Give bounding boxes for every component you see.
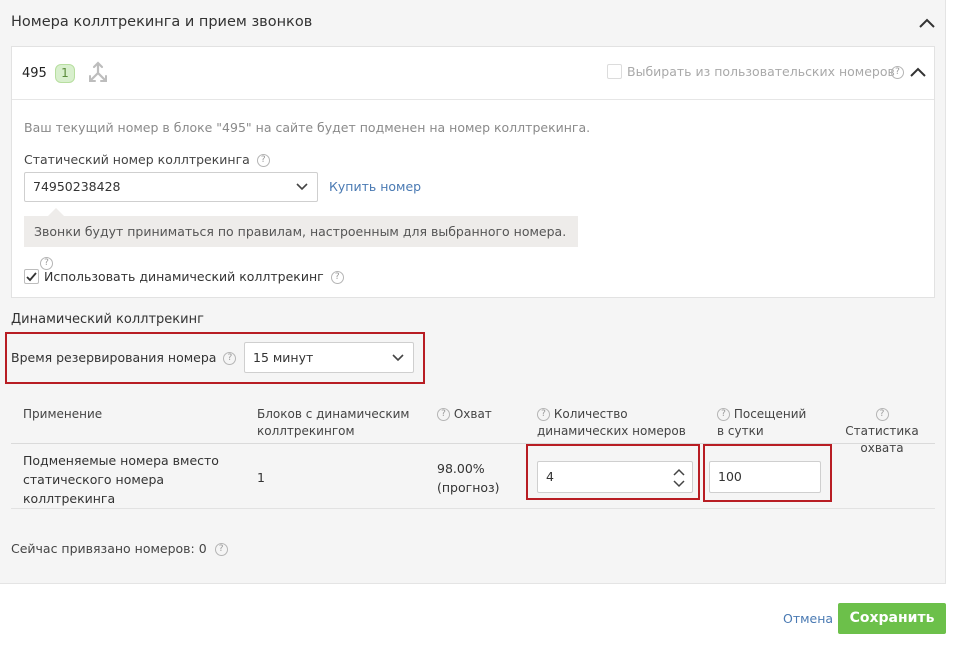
- bound-numbers-text: Сейчас привязано номеров: 0: [11, 541, 207, 556]
- row-blocks: 1: [257, 470, 265, 485]
- row-application-line1: Подменяемые номера вместо: [23, 453, 219, 468]
- save-button[interactable]: Сохранить: [838, 603, 946, 634]
- coverage-help-icon[interactable]: ?: [437, 408, 450, 421]
- static-number-label-text: Статический номер коллтрекинга: [24, 152, 250, 167]
- rules-hint-box: Звонки будут приниматься по правилам, на…: [24, 208, 578, 270]
- dynamic-numbers-count-value: 4: [546, 469, 554, 484]
- table-row-divider: [11, 508, 935, 509]
- header-coverage-text: Охват: [453, 407, 492, 421]
- static-number-select[interactable]: 74950238428: [24, 172, 318, 202]
- substitution-info-text: Ваш текущий номер в блоке "495" на сайте…: [24, 120, 591, 135]
- bound-numbers-status: Сейчас привязано номеров: 0 ?: [11, 541, 228, 556]
- row-application: Подменяемые номера вместо статического н…: [23, 451, 219, 508]
- reserve-time-select[interactable]: 15 минут: [244, 342, 414, 373]
- merge-arrows-icon: [89, 61, 107, 82]
- dynamic-numbers-count-input[interactable]: 4: [537, 461, 693, 493]
- header-visits-line1: Посещений: [733, 407, 807, 421]
- reserve-time-help-icon[interactable]: ?: [223, 352, 237, 365]
- reserve-time-label-text: Время резервирования номера: [11, 350, 217, 365]
- header-blocks: Блоков с динамическим коллтрекингом: [257, 406, 409, 440]
- dynamic-calltracking-label: Использовать динамический коллтрекинг ?: [44, 269, 344, 284]
- row-application-line2: статического номера: [23, 472, 165, 487]
- rules-hint-text: Звонки будут приниматься по правилам, на…: [34, 224, 567, 239]
- row-application-line3: коллтрекинга: [23, 491, 116, 506]
- checkmark-icon: [26, 272, 37, 282]
- header-application: Применение: [23, 407, 103, 421]
- stats-help-icon[interactable]: ?: [875, 408, 889, 421]
- header-blocks-line1: Блоков с динамическим: [257, 407, 410, 421]
- header-count-line2: динамических номеров: [537, 424, 686, 438]
- block-name: 495: [22, 66, 47, 81]
- header-blocks-line2: коллтрекингом: [257, 424, 355, 438]
- dynamic-section-title: Динамический коллтрекинг: [11, 312, 204, 327]
- block-collapse-chevron-up-icon[interactable]: [908, 64, 928, 80]
- chevron-down-icon: [296, 183, 308, 191]
- reserve-time-value: 15 минут: [253, 350, 314, 365]
- header-stats-line1: Статистика: [845, 424, 919, 438]
- dynamic-calltracking-label-text: Использовать динамический коллтрекинг: [44, 269, 324, 284]
- visits-help-icon[interactable]: ?: [717, 408, 730, 421]
- number-block-card: 495 1 Выбирать из пользовательских номер…: [11, 46, 935, 298]
- header-coverage: ? Охват: [437, 406, 492, 423]
- count-help-icon[interactable]: ?: [537, 408, 550, 421]
- static-number-label: Статический номер коллтрекинга ?: [24, 152, 270, 167]
- panel-title: Номера коллтрекинга и прием звонков: [11, 14, 313, 30]
- header-visits-line2: в сутки: [717, 424, 764, 438]
- hint-arrow: [48, 208, 64, 216]
- calltracking-panel: Номера коллтрекинга и прием звонков 495 …: [0, 0, 946, 584]
- custom-numbers-help-icon[interactable]: ?: [891, 66, 904, 79]
- header-count-line1: Количество: [553, 407, 628, 421]
- row-coverage-value: 98.00%: [437, 461, 485, 476]
- header-stats: ? Статистика охвата: [837, 406, 927, 457]
- visits-per-day-value: 100: [718, 469, 742, 484]
- static-number-value: 74950238428: [33, 179, 121, 194]
- custom-numbers-label: Выбирать из пользовательских номеров: [627, 64, 895, 79]
- buy-number-link[interactable]: Купить номер: [329, 179, 421, 194]
- header-count: ? Количество динамических номеров: [537, 406, 686, 440]
- row-coverage-forecast: (прогноз): [437, 480, 500, 495]
- reserve-time-label: Время резервирования номера ?: [11, 350, 237, 365]
- increment-chevron-up-icon[interactable]: [672, 466, 686, 478]
- dynamic-calltracking-checkbox[interactable]: [24, 269, 39, 284]
- custom-numbers-checkbox[interactable]: [607, 64, 622, 79]
- static-number-help-icon[interactable]: ?: [256, 154, 270, 167]
- bound-numbers-help-icon[interactable]: ?: [214, 543, 228, 556]
- block-count-badge: 1: [55, 64, 75, 83]
- header-visits: ? Посещений в сутки: [717, 406, 806, 440]
- chevron-down-icon: [392, 354, 404, 362]
- cancel-button[interactable]: Отмена: [783, 611, 833, 626]
- panel-collapse-chevron-up-icon[interactable]: [917, 14, 937, 32]
- number-block-header: 495 1 Выбирать из пользовательских номер…: [12, 47, 934, 100]
- decrement-chevron-down-icon[interactable]: [672, 478, 686, 490]
- row-coverage: 98.00% (прогноз): [437, 459, 500, 497]
- dynamic-calltracking-help-icon[interactable]: ?: [330, 271, 344, 284]
- visits-per-day-input[interactable]: 100: [709, 461, 821, 493]
